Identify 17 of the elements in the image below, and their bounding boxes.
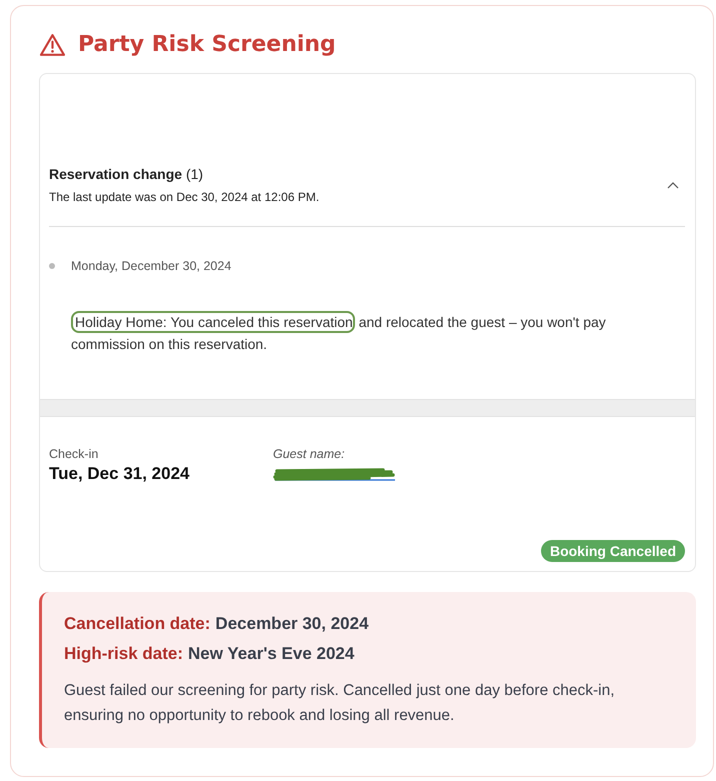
chevron-icon[interactable]: [667, 181, 679, 189]
alert-description: Guest failed our screening for party risk. Cancelled just one day before check-in, ensuring no opportunity to rebook and losing all revenue.: [64, 681, 616, 726]
field-label: High-risk date:: [64, 644, 184, 663]
checkin-date: Tue, Dec 31, 2024: [49, 464, 190, 484]
warning-icon: [39, 32, 66, 56]
last-update-text: The last update was on Dec 30, 2024 at 12:06 PM.: [49, 190, 320, 204]
timeline-dot: [49, 263, 55, 269]
checkin-label: Check-in: [49, 447, 100, 461]
field-value: New Year's Eve 2024: [188, 644, 354, 663]
page-title: Party Risk Screening: [78, 32, 336, 57]
section-heading: Reservation change (1): [49, 166, 204, 182]
entry-date: Monday, December 30, 2024: [71, 259, 232, 273]
field-label: Cancellation date:: [64, 614, 210, 633]
entry-message: Holiday Home: You canceled this reservation and relocated the guest – you won't pay commission on this reservation.: [71, 311, 675, 355]
status-badge: Booking Cancelled: [540, 540, 685, 562]
field-value: December 30, 2024: [215, 614, 369, 633]
guest-name-label: Guest name:: [273, 447, 346, 461]
